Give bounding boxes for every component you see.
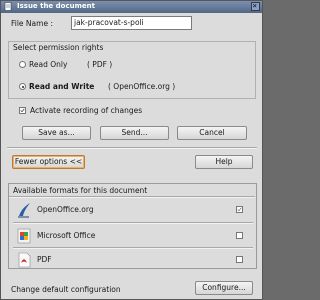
format-separator — [13, 222, 253, 224]
window-title: Issue the document — [17, 2, 95, 10]
format-row-openoffice[interactable]: OpenOffice.org — [13, 199, 253, 221]
read-only-format: ( PDF ) — [87, 60, 113, 69]
checkmark-icon — [20, 108, 25, 113]
microsoft-office-icon — [17, 228, 31, 244]
read-write-label[interactable]: Read and Write — [29, 82, 94, 91]
pdf-icon — [18, 252, 31, 268]
format-checkbox-openoffice[interactable] — [236, 206, 243, 213]
configure-button[interactable]: Configure... — [195, 281, 253, 295]
format-name: OpenOffice.org — [37, 205, 94, 214]
close-icon[interactable] — [251, 2, 260, 11]
format-row-microsoft-office[interactable]: Microsoft Office — [13, 225, 253, 247]
format-name: PDF — [37, 255, 52, 264]
openoffice-icon — [18, 203, 30, 218]
read-only-label[interactable]: Read Only — [29, 60, 67, 69]
format-row-pdf[interactable]: PDF — [13, 249, 253, 271]
recording-checkbox[interactable] — [19, 107, 26, 114]
format-name: Microsoft Office — [37, 231, 96, 240]
format-checkbox-pdf[interactable] — [236, 256, 243, 263]
app-icon — [4, 2, 12, 11]
read-only-radio[interactable] — [19, 61, 26, 68]
fewer-options-button[interactable]: Fewer options << — [12, 155, 85, 169]
file-name-value: jak-pracovat-s-poli — [74, 18, 144, 27]
title-bar[interactable]: Issue the document — [1, 1, 262, 13]
save-as-button[interactable]: Save as... — [22, 126, 91, 140]
divider — [7, 147, 257, 149]
formats-divider — [9, 196, 255, 198]
formats-group-title: Available formats for this document — [13, 186, 148, 195]
file-name-input[interactable]: jak-pracovat-s-poli — [71, 16, 192, 30]
read-write-format: ( OpenOffice.org ) — [108, 82, 176, 91]
permission-group-title: Select permission rights — [13, 43, 104, 52]
checkmark-icon — [237, 207, 242, 212]
file-name-label: File Name : — [11, 19, 53, 28]
read-write-radio[interactable] — [19, 83, 26, 90]
issue-document-dialog: Issue the document File Name : jak-praco… — [0, 0, 263, 300]
send-button[interactable]: Send... — [100, 126, 169, 140]
recording-label[interactable]: Activate recording of changes — [30, 106, 142, 115]
cancel-button[interactable]: Cancel — [177, 126, 247, 140]
change-default-configuration-label: Change default configuration — [11, 285, 121, 294]
help-button[interactable]: Help — [195, 155, 253, 169]
format-checkbox-microsoft-office[interactable] — [236, 232, 243, 239]
